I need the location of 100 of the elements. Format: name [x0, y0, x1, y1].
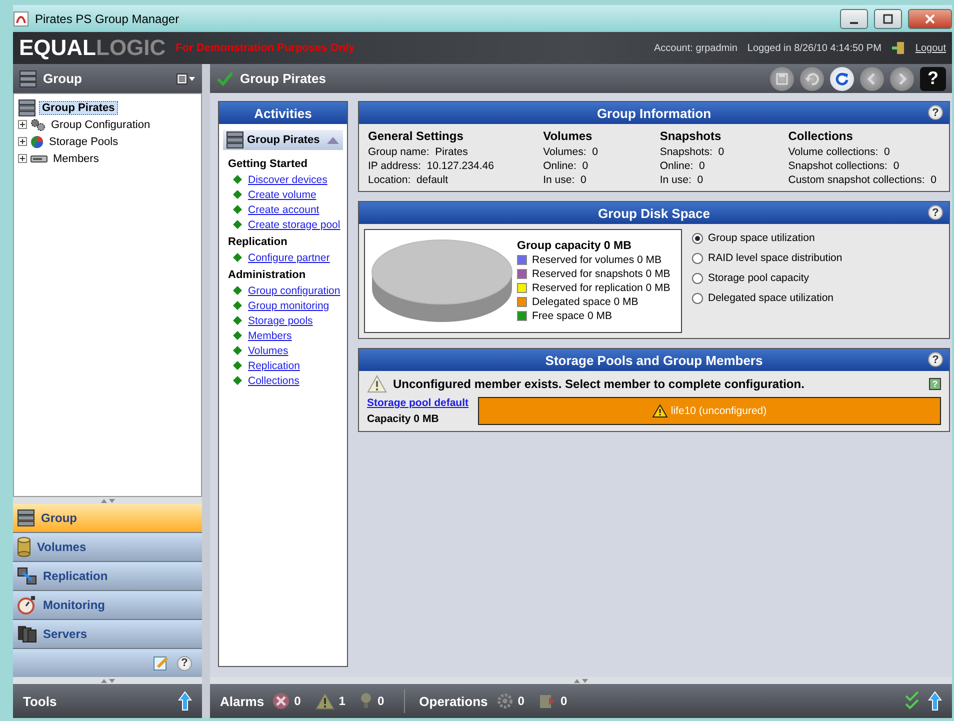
double-check-icon	[904, 691, 920, 711]
help-button[interactable]: ?	[177, 656, 192, 670]
column-heading: General Settings	[368, 129, 464, 143]
drive-icon	[30, 154, 48, 164]
minimize-button[interactable]	[840, 8, 868, 28]
nav-button[interactable]: Replication	[13, 562, 202, 591]
radio-label[interactable]: Delegated space utilization	[708, 292, 834, 304]
operations-label: Operations	[419, 694, 488, 708]
group-section-header[interactable]: Group Pirates	[223, 130, 343, 150]
nav-button[interactable]: Servers	[13, 620, 202, 649]
minimize-icon	[850, 22, 858, 24]
tree-item[interactable]: Group Configuration	[49, 118, 152, 130]
info-line: Online: 0	[543, 160, 590, 172]
legend-label: Reserved for replication 0 MB	[532, 282, 670, 294]
section-heading: Getting Started	[228, 158, 308, 170]
checkmark-icon	[216, 70, 234, 86]
section-heading: Replication	[228, 236, 288, 248]
expand-toggle[interactable]	[18, 120, 27, 129]
column-heading: Snapshots	[660, 129, 722, 143]
info-line: In use: 0	[543, 174, 588, 186]
activities-title: Activities	[219, 102, 347, 124]
activity-link[interactable]: Storage pools	[248, 314, 313, 326]
activity-link[interactable]: Create volume	[248, 188, 316, 200]
operation-count: 0	[560, 694, 568, 708]
legend-label: Reserved for volumes 0 MB	[532, 254, 662, 266]
pool-link[interactable]: Storage pool default	[367, 397, 469, 409]
nav-button[interactable]: Volumes	[13, 533, 202, 562]
server-stack-icon	[17, 509, 35, 527]
radio-label[interactable]: RAID level space distribution	[708, 252, 842, 264]
help-button[interactable]: ?	[920, 66, 946, 90]
activity-link[interactable]: Group monitoring	[248, 300, 330, 312]
refresh-button[interactable]	[830, 66, 854, 90]
column-heading: Volumes	[543, 129, 594, 143]
panel-title: Group Information	[596, 106, 712, 120]
tree-item[interactable]: Group Pirates	[39, 100, 118, 114]
up-arrow-icon[interactable]	[928, 691, 942, 711]
info-line: Online: 0	[660, 160, 706, 172]
servers-icon	[17, 625, 37, 643]
edit-icon[interactable]	[153, 655, 169, 671]
alarm-count: 0	[377, 694, 384, 708]
expand-toggle[interactable]	[18, 137, 27, 146]
activity-link[interactable]: Group configuration	[248, 284, 340, 296]
info-line: Location: default	[368, 174, 449, 186]
help-button[interactable]: ?	[928, 352, 943, 367]
info-line: Volumes: 0	[543, 146, 599, 158]
panel-title: Group	[43, 71, 83, 86]
activity-link[interactable]: Collections	[248, 374, 300, 386]
logo: EQUALLOGIC	[19, 35, 166, 61]
activity-link[interactable]: Volumes	[248, 344, 288, 356]
activity-link[interactable]: Create account	[248, 204, 320, 216]
activity-link[interactable]: Members	[248, 330, 292, 342]
logout-link[interactable]: Logout	[915, 42, 946, 54]
server-stack-icon	[18, 98, 36, 116]
app-icon	[13, 10, 29, 26]
radio-button[interactable]	[692, 272, 703, 284]
radio-button[interactable]	[692, 232, 703, 244]
legend-label: Delegated space 0 MB	[532, 296, 638, 308]
help-button[interactable]: ?	[928, 205, 943, 220]
demo-notice: For Demonstration Purposes Only	[176, 42, 356, 54]
warning-icon	[652, 404, 668, 418]
radio-label[interactable]: Storage pool capacity	[708, 272, 809, 284]
nav-button[interactable]: Group	[13, 504, 202, 533]
stopwatch-icon	[17, 595, 37, 615]
activity-link[interactable]: Create storage pool	[248, 218, 340, 230]
radio-button[interactable]	[692, 252, 703, 264]
capacity-heading: Group capacity 0 MB	[517, 240, 632, 252]
content-title: Group Pirates	[240, 71, 327, 86]
gears-icon	[30, 118, 46, 132]
view-menu-icon[interactable]	[176, 72, 196, 84]
lightbulb-icon	[359, 692, 374, 710]
error-icon	[272, 692, 290, 710]
server-stack-icon	[226, 131, 244, 149]
diamond-icon	[233, 253, 242, 262]
expand-toggle[interactable]	[18, 154, 27, 163]
legend-label: Free space 0 MB	[532, 310, 612, 322]
login-time: Logged in 8/26/10 4:14:50 PM	[747, 42, 882, 54]
info-line: In use: 0	[660, 174, 704, 186]
server-stack-icon	[19, 70, 37, 88]
activity-link[interactable]: Discover devices	[248, 174, 328, 186]
radio-button[interactable]	[692, 292, 703, 304]
radio-label[interactable]: Group space utilization	[708, 232, 815, 244]
activity-link[interactable]: Replication	[248, 360, 300, 372]
operation-count: 0	[518, 694, 524, 708]
help-button[interactable]: ?	[928, 105, 943, 120]
alarm-count: 1	[338, 694, 346, 708]
alarm-count: 0	[294, 694, 301, 708]
tree-item[interactable]: Members	[51, 152, 101, 164]
tree-item[interactable]: Storage Pools	[47, 136, 120, 148]
info-line: IP address: 10.127.234.46	[368, 160, 495, 172]
panel-title: Group Disk Space	[598, 206, 710, 220]
info-line: Group name: Pirates	[368, 146, 469, 158]
activity-link[interactable]: Configure partner	[248, 252, 330, 264]
maximize-button[interactable]	[874, 8, 902, 28]
info-line: Volume collections: 0	[788, 146, 891, 158]
window-title: Pirates PS Group Manager	[35, 12, 180, 26]
close-button[interactable]	[908, 8, 952, 28]
gear-icon	[496, 692, 514, 710]
up-arrow-icon[interactable]	[178, 691, 192, 711]
info-line: Snapshots: 0	[660, 146, 726, 158]
nav-button[interactable]: Monitoring	[13, 591, 202, 620]
